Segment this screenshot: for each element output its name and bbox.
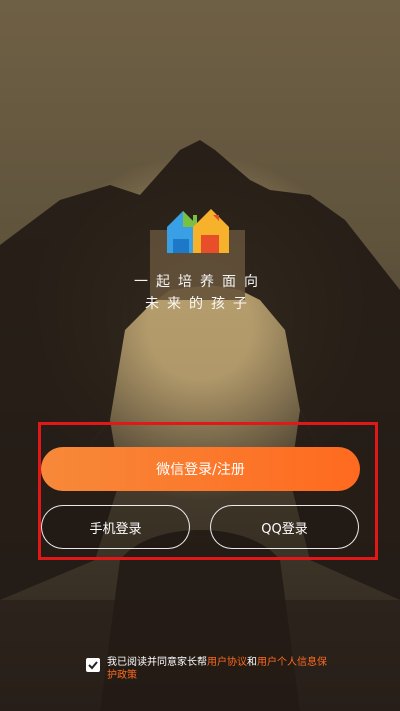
user-agreement-link[interactable]: 用户协议	[207, 657, 247, 668]
agreement-row: 我已阅读并同意家长帮用户协议和用户个人信息保护政策	[86, 656, 336, 682]
login-screen: 一起培养面向 未来的孩子 微信登录/注册 手机登录 QQ登录 我已阅读并同意家长…	[0, 0, 400, 711]
agreement-text: 我已阅读并同意家长帮用户协议和用户个人信息保护政策	[107, 656, 336, 682]
house-logo-icon	[167, 209, 229, 253]
agreement-checkbox[interactable]	[86, 658, 100, 672]
tagline-line-2: 未来的孩子	[145, 296, 255, 312]
qq-login-button[interactable]: QQ登录	[210, 505, 359, 549]
tagline-line-1: 一起培养面向	[134, 274, 266, 290]
checkmark-icon	[88, 661, 98, 670]
agreement-prefix: 我已阅读并同意家长帮	[107, 657, 207, 668]
brand-block: 一起培养面向 未来的孩子	[0, 205, 400, 315]
wechat-login-button[interactable]: 微信登录/注册	[41, 447, 360, 491]
agreement-and: 和	[247, 657, 257, 668]
background-photo	[0, 140, 400, 711]
phone-login-button[interactable]: 手机登录	[41, 505, 190, 549]
